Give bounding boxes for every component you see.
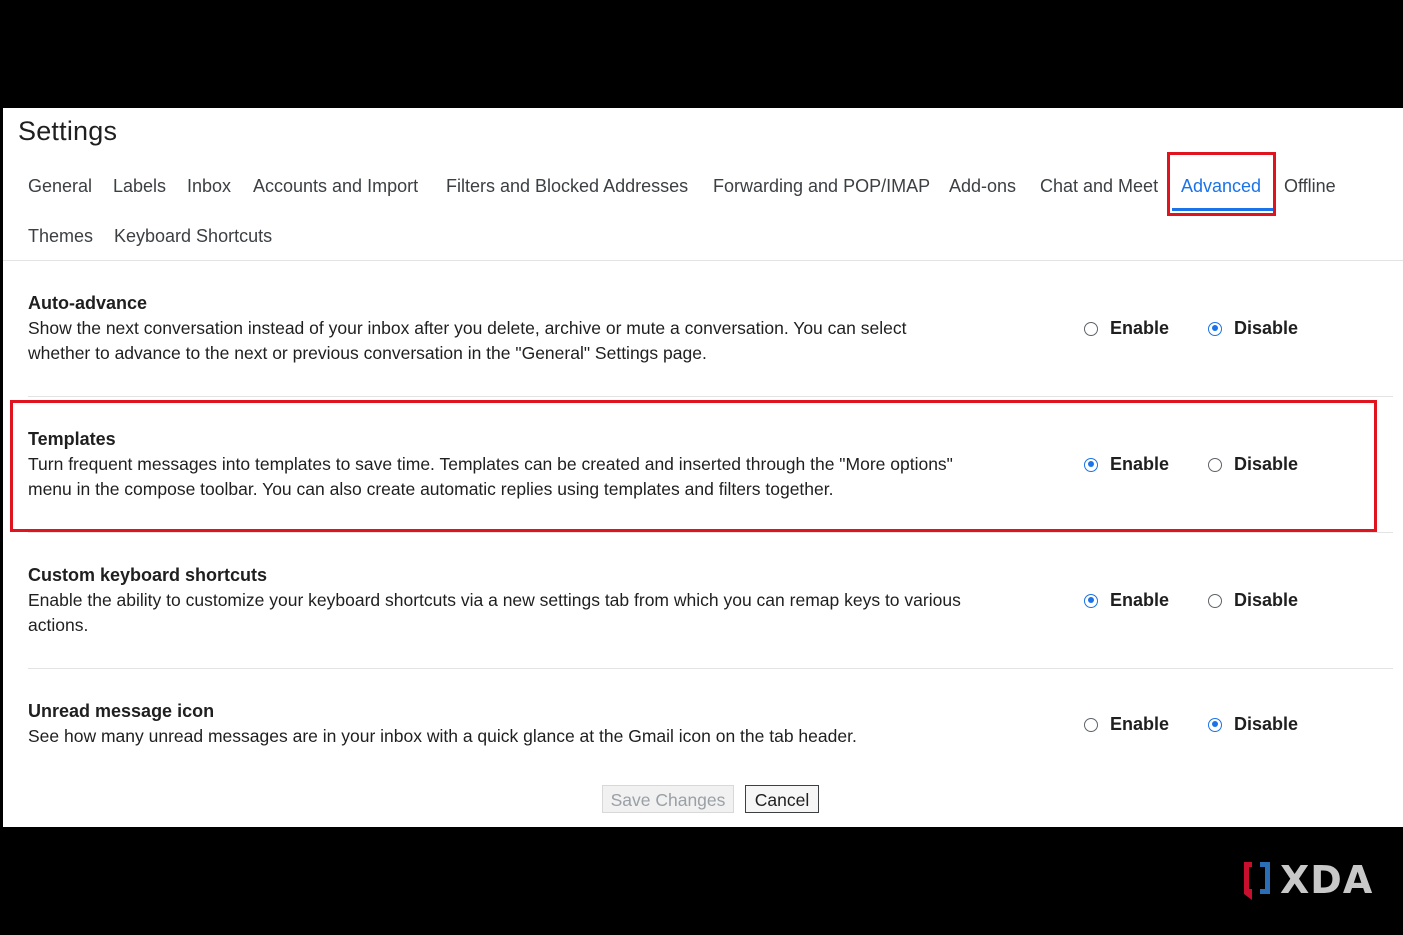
tab-chat-and-meet[interactable]: Chat and Meet <box>1040 176 1158 197</box>
auto-advance-disable-radio[interactable] <box>1208 321 1222 336</box>
auto-advance-enable-radio[interactable] <box>1084 321 1098 336</box>
templates-enable-radio[interactable] <box>1084 457 1098 472</box>
auto-advance-disable-option[interactable]: Disable <box>1208 318 1298 339</box>
tabs-divider <box>3 260 1403 261</box>
xda-bracket-icon <box>1244 862 1270 900</box>
templates-disable-radio[interactable] <box>1208 457 1222 472</box>
custom-keyboard-shortcuts-description: Enable the ability to customize your key… <box>28 590 961 635</box>
auto-advance-enable-option[interactable]: Enable <box>1084 318 1169 339</box>
disable-label: Disable <box>1234 318 1299 338</box>
unread-message-icon-description: See how many unread messages are in your… <box>28 726 857 746</box>
unread-message-icon-disable-option[interactable]: Disable <box>1208 714 1298 735</box>
enable-label: Enable <box>1110 454 1170 474</box>
custom-keyboard-shortcuts-disable-option[interactable]: Disable <box>1208 590 1298 611</box>
tab-themes[interactable]: Themes <box>28 226 93 247</box>
section-divider <box>28 532 1393 533</box>
unread-message-icon-title: Unread message icon <box>28 701 215 721</box>
disable-label: Disable <box>1234 590 1299 610</box>
templates-enable-option[interactable]: Enable <box>1084 454 1169 475</box>
section-divider <box>28 396 1393 397</box>
xda-logo: XDA <box>1240 858 1373 902</box>
page-title: Settings <box>18 116 118 146</box>
tab-general[interactable]: General <box>28 176 92 197</box>
tab-accounts-and-import[interactable]: Accounts and Import <box>253 176 418 197</box>
auto-advance-description: Show the next conversation instead of yo… <box>28 318 907 363</box>
custom-keyboard-shortcuts-disable-radio[interactable] <box>1208 593 1222 608</box>
xda-logo-text: XDA <box>1280 858 1374 902</box>
templates-disable-option[interactable]: Disable <box>1208 454 1298 475</box>
settings-panel: Settings General Labels Inbox Accounts a… <box>3 108 1403 827</box>
custom-keyboard-shortcuts-enable-option[interactable]: Enable <box>1084 590 1169 611</box>
disable-label: Disable <box>1234 454 1299 474</box>
unread-message-icon-disable-radio[interactable] <box>1208 717 1222 732</box>
highlight-box-advanced-tab <box>1167 152 1276 216</box>
tab-add-ons[interactable]: Add-ons <box>949 176 1016 197</box>
enable-label: Enable <box>1110 714 1170 734</box>
unread-message-icon-enable-radio[interactable] <box>1084 717 1098 732</box>
section-divider <box>28 668 1393 669</box>
tab-inbox[interactable]: Inbox <box>187 176 231 197</box>
save-changes-button[interactable]: Save Changes <box>602 785 734 813</box>
unread-message-icon-enable-option[interactable]: Enable <box>1084 714 1169 735</box>
cancel-button[interactable]: Cancel <box>745 785 819 813</box>
tab-labels[interactable]: Labels <box>113 176 166 197</box>
custom-keyboard-shortcuts-enable-radio[interactable] <box>1084 593 1098 608</box>
tab-keyboard-shortcuts[interactable]: Keyboard Shortcuts <box>114 226 272 247</box>
templates-description: Turn frequent messages into templates to… <box>28 454 953 499</box>
tab-filters-and-blocked-addresses[interactable]: Filters and Blocked Addresses <box>446 176 688 197</box>
disable-label: Disable <box>1234 714 1299 734</box>
tab-offline[interactable]: Offline <box>1284 176 1336 197</box>
templates-title: Templates <box>28 429 116 449</box>
tab-forwarding-pop-imap[interactable]: Forwarding and POP/IMAP <box>713 176 930 197</box>
enable-label: Enable <box>1110 590 1170 610</box>
enable-label: Enable <box>1110 318 1170 338</box>
custom-keyboard-shortcuts-title: Custom keyboard shortcuts <box>28 565 268 585</box>
auto-advance-title: Auto-advance <box>28 293 148 313</box>
